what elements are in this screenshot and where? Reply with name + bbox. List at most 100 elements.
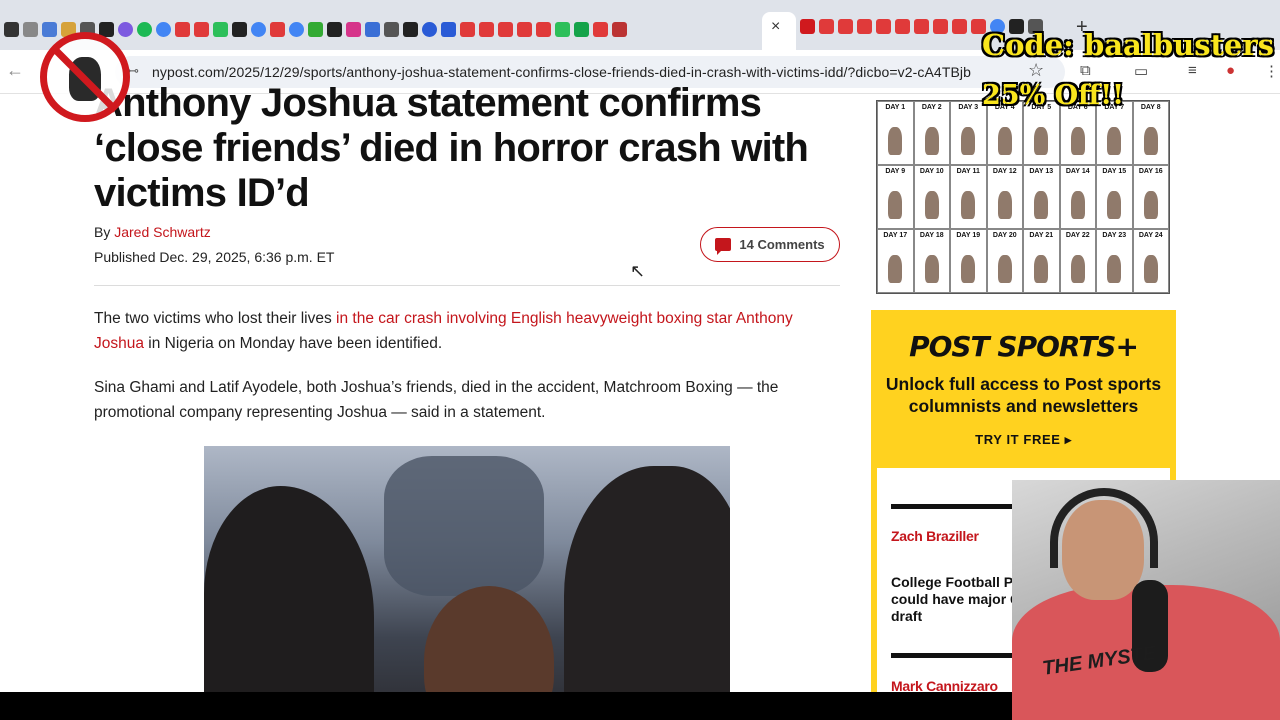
youtube-icon[interactable] — [517, 21, 532, 37]
tab-favicon[interactable] — [441, 21, 456, 37]
exercise-figure — [1034, 191, 1049, 219]
article-image[interactable] — [204, 446, 730, 720]
tab-favicon[interactable] — [365, 21, 380, 37]
exercise-day-cell: DAY 14 — [1059, 165, 1096, 229]
url-text[interactable]: nypost.com/2025/12/29/sports/anthony-jos… — [152, 64, 971, 80]
tab-favicon[interactable] — [232, 21, 247, 37]
exercise-figure — [1143, 255, 1158, 283]
tab-favicon[interactable] — [23, 21, 38, 37]
exercise-figure — [924, 191, 939, 219]
youtube-icon[interactable] — [857, 19, 872, 34]
image-region — [564, 466, 730, 720]
tab-favicon[interactable] — [270, 21, 285, 37]
tab-favicon[interactable] — [4, 21, 19, 37]
screen-share-icon[interactable]: ▭ — [1134, 62, 1148, 80]
screen: × + ← ⊷ nypost.com/2025/12/29/sports/ant… — [0, 0, 1280, 720]
published-date: Published Dec. 29, 2025, 6:36 p.m. ET — [94, 249, 335, 265]
paragraph-text: in Nigeria on Monday have been identifie… — [143, 334, 443, 352]
close-tab-icon[interactable]: × — [771, 18, 780, 36]
exercise-day-label: DAY 3 — [958, 104, 979, 111]
exercise-figure — [924, 127, 939, 155]
tab-favicon[interactable] — [403, 21, 418, 37]
exercise-day-cell: DAY 13 — [1023, 165, 1060, 229]
youtube-icon[interactable] — [952, 19, 967, 34]
comments-label: 14 Comments — [739, 237, 825, 252]
exercise-figure — [1034, 255, 1049, 283]
exercise-day-label: DAY 12 — [992, 168, 1017, 175]
youtube-icon[interactable] — [460, 21, 475, 37]
youtube-icon[interactable] — [933, 19, 948, 34]
exercise-figure — [888, 191, 903, 219]
tab-favicon[interactable] — [118, 21, 133, 37]
exercise-day-cell: DAY 8 — [1132, 101, 1169, 165]
youtube-icon[interactable] — [876, 19, 891, 34]
tab-favicon[interactable] — [289, 21, 304, 37]
tab-favicon[interactable] — [555, 21, 570, 37]
exercise-day-cell: DAY 16 — [1132, 165, 1169, 229]
exercise-figure — [888, 127, 903, 155]
youtube-icon[interactable] — [536, 21, 551, 37]
exercise-day-label: DAY 22 — [1065, 232, 1090, 239]
bottom-black-bar — [0, 692, 1012, 720]
exercise-figure — [924, 255, 939, 283]
tab-favicon[interactable] — [384, 21, 399, 37]
exercise-day-label: DAY 8 — [1140, 104, 1161, 111]
exercise-figure — [1107, 191, 1122, 219]
exercise-day-label: DAY 23 — [1102, 232, 1127, 239]
youtube-icon[interactable] — [175, 21, 190, 37]
exercise-day-label: DAY 24 — [1138, 232, 1163, 239]
image-region — [204, 486, 374, 720]
exercise-day-cell: DAY 22 — [1059, 229, 1096, 293]
comments-button[interactable]: 14 Comments — [700, 227, 840, 262]
author-link[interactable]: Jared Schwartz — [114, 224, 210, 240]
tab-favicon[interactable] — [251, 21, 266, 37]
columnist-name[interactable]: Zach Braziller — [891, 528, 979, 544]
profile-avatar-icon[interactable]: ● — [1226, 62, 1235, 79]
instagram-icon[interactable] — [346, 21, 361, 37]
try-it-free-button[interactable]: TRY IT FREE ▸ — [871, 432, 1176, 448]
youtube-icon[interactable] — [895, 19, 910, 34]
exercise-day-cell: DAY 18 — [913, 229, 950, 293]
exercise-day-cell: DAY 20 — [986, 229, 1023, 293]
tab-favicon[interactable] — [422, 21, 437, 37]
tab-favicon[interactable] — [213, 21, 228, 37]
tab-favicon[interactable] — [42, 21, 57, 37]
youtube-icon[interactable] — [479, 21, 494, 37]
divider — [94, 285, 840, 286]
youtube-icon[interactable] — [819, 19, 834, 34]
exercise-figure — [1107, 255, 1122, 283]
exercise-chart-ad[interactable]: DAY 1 DAY 2 DAY 3 DAY 4 DAY 5 DAY 6 DAY 7 DAY 8… — [876, 100, 1170, 294]
paragraph-text: The two victims who lost their lives — [94, 310, 337, 327]
exercise-figure — [961, 255, 976, 283]
exercise-figure — [1070, 127, 1085, 155]
tab-favicon[interactable] — [327, 21, 342, 37]
exercise-day-label: DAY 21 — [1029, 232, 1054, 239]
menu-icon[interactable]: ⋮ — [1264, 62, 1279, 80]
tab-favicon[interactable] — [574, 21, 589, 37]
baalbusters-logo — [40, 32, 130, 122]
tab-favicon[interactable] — [156, 21, 171, 37]
exercise-day-label: DAY 20 — [992, 232, 1017, 239]
article-headline: Anthony Joshua statement confirms ‘close… — [94, 81, 809, 215]
extensions-icon[interactable]: ⧉ — [1080, 62, 1091, 79]
exercise-day-cell: DAY 21 — [1023, 229, 1060, 293]
youtube-icon[interactable] — [593, 21, 608, 37]
exercise-figure — [997, 191, 1012, 219]
article-paragraph-1: The two victims who lost their lives in … — [94, 307, 824, 356]
back-arrow-icon[interactable]: ← — [6, 60, 24, 81]
exercise-day-cell: DAY 10 — [913, 165, 950, 229]
exercise-day-label: DAY 1 — [885, 104, 906, 111]
youtube-icon[interactable] — [498, 21, 513, 37]
tab-favicon[interactable] — [308, 21, 323, 37]
tab-favicon[interactable] — [612, 21, 627, 37]
media-controls-icon[interactable]: ≡ — [1188, 62, 1197, 79]
youtube-icon[interactable] — [914, 19, 929, 34]
tab-favicon[interactable] — [137, 21, 152, 37]
exercise-day-cell: DAY 12 — [986, 165, 1023, 229]
youtube-icon[interactable] — [194, 21, 209, 37]
logo-figure — [69, 57, 101, 101]
youtube-icon[interactable] — [838, 19, 853, 34]
exercise-day-cell: DAY 17 — [877, 229, 914, 293]
espn-icon[interactable] — [800, 19, 815, 34]
bookmark-star-icon[interactable]: ☆ — [1028, 60, 1044, 81]
